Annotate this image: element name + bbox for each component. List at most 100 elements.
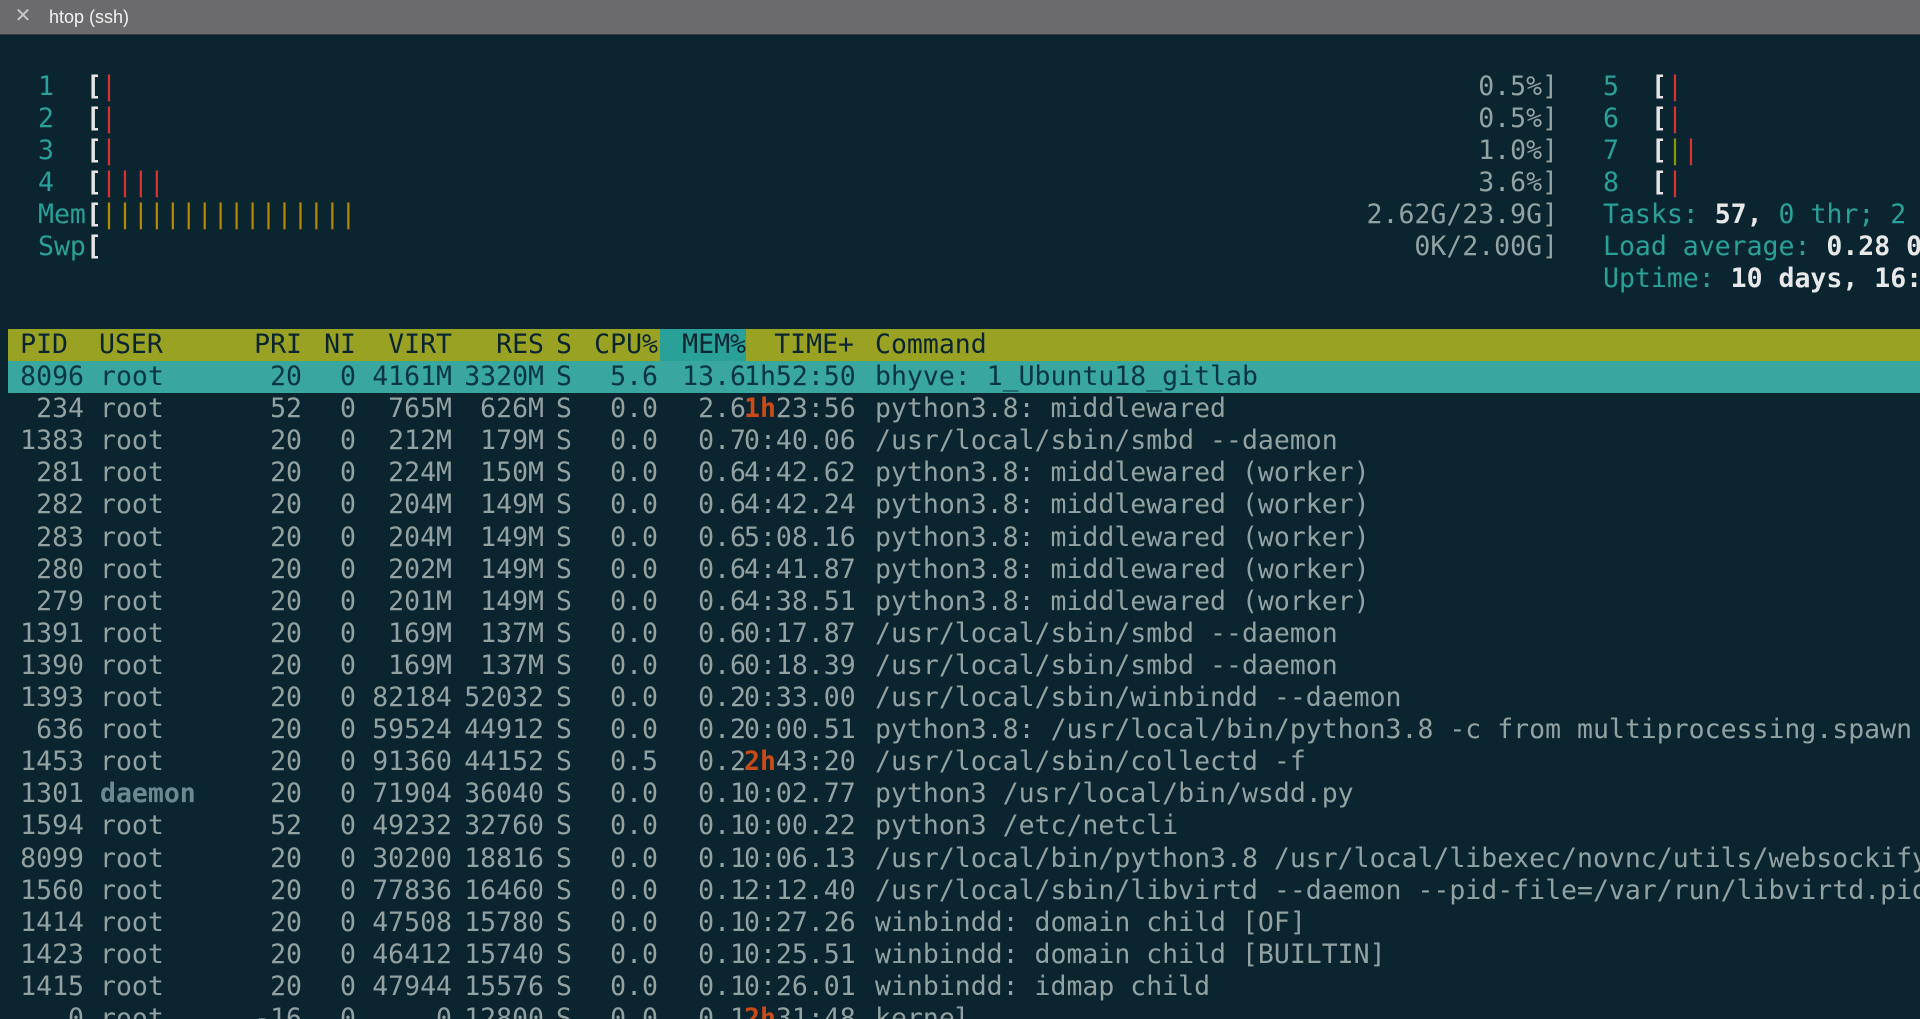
table-row[interactable]: 1560 root 20 0 77836 16460 S 0.0 0.1 2:12.40/usr/… [8, 875, 1920, 907]
table-row[interactable]: 1383 root 20 0 212M 179M S 0.0 0.7 0:40.06/usr/lo… [8, 425, 1920, 457]
window-title: htop (ssh) [49, 7, 130, 27]
cell-command: python3 /usr/local/bin/wsdd.py [875, 778, 1354, 809]
cell-virt: 204M [388, 489, 452, 520]
time-rest: 0:26.01 [744, 971, 856, 1002]
table-row[interactable]: 282 root 20 0 204M 149M S 0.0 0.6 4:42.24 python3.… [8, 489, 1920, 521]
header-user[interactable]: USER [99, 329, 163, 361]
cell-ni: 0 [340, 778, 356, 809]
time-rest: 0:00.51 [744, 714, 856, 745]
cell-command: /usr/local/sbin/libvirtd --daemon --pid-… [875, 875, 1920, 906]
cpu-bar: | [101, 71, 117, 102]
cell-pid: 1594 [20, 810, 84, 841]
cell-ni: 0 [340, 361, 356, 392]
header-state[interactable]: S [556, 329, 572, 361]
mem-label: Mem [38, 199, 86, 230]
table-row[interactable]: 1301 daemon 20 0 71904 36040 S 0.0 0.1 0:02.77 pyt… [8, 778, 1920, 810]
meter-open-bracket: [ [86, 231, 102, 262]
table-row[interactable]: 1594 root 52 0 49232 32760 S 0.0 0.1 0:00.22 pytho… [8, 810, 1920, 842]
table-row[interactable]: 279 root 20 0 201M 149M S 0.0 0.6 4:38.51 python3.… [8, 586, 1920, 618]
cpu-bar: |||| [101, 167, 165, 198]
cell-pri: 20 [270, 522, 302, 553]
cell-state: S [556, 489, 572, 520]
cell-pri: 20 [270, 425, 302, 456]
close-icon[interactable]: ✕ [12, 5, 34, 27]
time-rest: 5:08.16 [744, 522, 856, 553]
tasks-line: Tasks: 57, 0 thr; 2 r [1603, 199, 1920, 231]
cpu-bar-user: | [1667, 135, 1683, 166]
cell-user: root [100, 425, 164, 456]
cell-res: 36040 [464, 778, 544, 809]
terminal[interactable]: 1[| 0.5%] 2[| 0.5%] 3[| 1.0%] 4[|||| 3.6%] Mem[|… [0, 35, 1920, 1019]
table-row[interactable]: 636 root 20 0 59524 44912 S 0.0 0.2 0:00.51 python… [8, 714, 1920, 746]
time-hours: 2h [744, 1003, 776, 1019]
header-res[interactable]: RES [458, 329, 544, 361]
cell-user: root [100, 875, 164, 906]
table-row[interactable]: 234 root 52 0 765M 626M S 0.0 2.6 1h23:56 python3.… [8, 393, 1920, 425]
cpu-bar: | [101, 135, 117, 166]
time-rest: 31:48 [775, 1003, 856, 1019]
cell-state: S [556, 522, 572, 553]
header-cpu[interactable]: CPU% [582, 329, 658, 361]
cpu-id: 7 [1603, 135, 1619, 166]
cell-ni: 0 [340, 810, 356, 841]
header-pri[interactable]: PRI [228, 329, 302, 361]
cell-mem: 0.1 [698, 1003, 746, 1019]
cell-pid: 0 [68, 1003, 84, 1019]
table-row[interactable]: 0 root -16 0 0 12800 S 0.0 0.1 2h31:48 kernel [8, 1003, 1920, 1019]
cell-ni: 0 [340, 1003, 356, 1019]
header-time[interactable]: TIME+ [744, 329, 854, 361]
load-label: Load average: [1603, 231, 1811, 262]
cell-virt: 82184 [372, 682, 452, 713]
cell-cpu: 0.0 [610, 554, 658, 585]
cell-state: S [556, 971, 572, 1002]
time-rest: 0:18.39 [744, 650, 856, 681]
cell-mem: 0.1 [698, 939, 746, 970]
cell-user: root [100, 682, 164, 713]
cell-pid: 282 [36, 489, 84, 520]
table-row[interactable]: 1391 root 20 0 169M 137M S 0.0 0.6 0:17.87/usr/lo… [8, 618, 1920, 650]
table-row[interactable]: 1423 root 20 0 46412 15740 S 0.0 0.1 0:25.51 winbi… [8, 939, 1920, 971]
cell-pid: 283 [36, 522, 84, 553]
cpu-id: 2 [38, 103, 54, 134]
table-row[interactable]: 8099 root 20 0 30200 18816 S 0.0 0.1 0:06.13/usr/… [8, 843, 1920, 875]
table-row[interactable]: 280 root 20 0 202M 149M S 0.0 0.6 4:41.87 python3.… [8, 554, 1920, 586]
cell-ni: 0 [340, 457, 356, 488]
cell-time: 0:27.26 [744, 907, 856, 939]
table-row[interactable]: 283 root 20 0 204M 149M S 0.0 0.6 5:08.16 python3.… [8, 522, 1920, 554]
cell-state: S [556, 618, 572, 649]
table-row[interactable]: 1390 root 20 0 169M 137M S 0.0 0.6 0:18.39/usr/lo… [8, 650, 1920, 682]
cell-time: 4:41.87 [744, 554, 856, 586]
cell-command: python3.8: middlewared (worker) [875, 586, 1370, 617]
cell-pid: 281 [36, 457, 84, 488]
cell-state: S [556, 361, 572, 392]
cell-mem: 0.1 [698, 810, 746, 841]
header-mem[interactable]: MEM% [660, 329, 746, 361]
table-row[interactable]: 1453 root 20 0 91360 44152 S 0.5 0.2 2h43:20/usr/… [8, 746, 1920, 778]
cell-state: S [556, 393, 572, 424]
table-row[interactable]: 281 root 20 0 224M 150M S 0.0 0.6 4:42.62 python3.… [8, 457, 1920, 489]
cpu-id: 3 [38, 135, 54, 166]
table-row[interactable]: 1414 root 20 0 47508 15780 S 0.0 0.1 0:27.26 winbi… [8, 907, 1920, 939]
cell-mem: 0.1 [698, 971, 746, 1002]
cell-ni: 0 [340, 650, 356, 681]
cell-mem: 0.7 [698, 425, 746, 456]
table-row[interactable]: 1393 root 20 0 82184 52032 S 0.0 0.2 0:33.00/usr/… [8, 682, 1920, 714]
cpu-id: 1 [38, 71, 54, 102]
header-command[interactable]: Command [875, 329, 987, 361]
cell-cpu: 0.0 [610, 778, 658, 809]
cell-res: 137M [480, 618, 544, 649]
cell-pid: 1301 [20, 778, 84, 809]
cell-time: 2h31:48 [744, 1003, 856, 1019]
time-rest: 0:40.06 [744, 425, 856, 456]
header-pid[interactable]: PID [8, 329, 68, 361]
table-row[interactable]: 1415 root 20 0 47944 15576 S 0.0 0.1 0:26.01 winbi… [8, 971, 1920, 1003]
time-rest: 4:38.51 [744, 586, 856, 617]
cell-command: /usr/local/sbin/smbd --daemon [875, 425, 1338, 456]
header-virt[interactable]: VIRT [368, 329, 452, 361]
cell-mem: 0.1 [698, 907, 746, 938]
cell-state: S [556, 778, 572, 809]
header-ni[interactable]: NI [308, 329, 356, 361]
cell-user: root [100, 361, 164, 392]
table-row[interactable]: 8096 root 20 0 4161M 3320M S 5.6 13.6 1h52:50 bhyv… [8, 361, 1920, 393]
cell-cpu: 0.0 [610, 939, 658, 970]
